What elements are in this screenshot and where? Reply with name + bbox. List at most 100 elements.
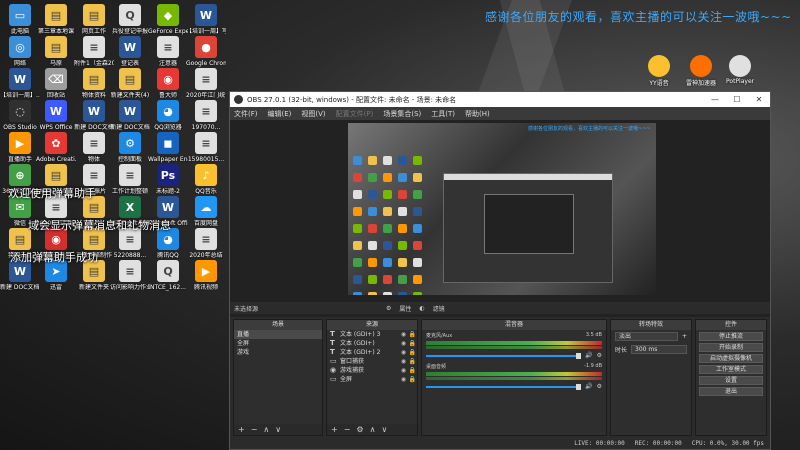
obs-window[interactable]: OBS 27.0.1 (32-bit, windows) - 配置文件: 未命名… bbox=[229, 91, 771, 450]
desktop-icon[interactable]: W 【培训一周】写作课程... bbox=[186, 4, 226, 35]
desktop-icon[interactable]: ▶ 腾讯视频 bbox=[186, 260, 226, 291]
menu-item[interactable]: 配置文件(P) bbox=[336, 109, 374, 119]
desktop-icon[interactable]: ≡ 15980015... bbox=[186, 132, 226, 163]
menu-item[interactable]: 帮助(H) bbox=[465, 109, 490, 119]
volume-slider[interactable] bbox=[426, 383, 582, 390]
desktop-shortcut[interactable]: PotPlayer bbox=[726, 55, 754, 85]
lock-icon[interactable]: 🔒 bbox=[408, 366, 417, 375]
visibility-eye-icon[interactable]: ◉ bbox=[399, 366, 408, 375]
desktop-icon[interactable]: ≡ 2020年江门统计局... bbox=[186, 68, 226, 99]
desktop-icon[interactable]: ● Google Chrome bbox=[186, 36, 226, 67]
volume-slider-handle[interactable] bbox=[576, 383, 582, 390]
desktop-icon[interactable]: W 新建 DOC文档 bbox=[74, 100, 114, 131]
menu-item[interactable]: 编辑(E) bbox=[268, 109, 292, 119]
speaker-icon[interactable]: 🔊 bbox=[585, 352, 592, 359]
desktop-icon[interactable]: ▤ 新建文件夹(4) bbox=[110, 68, 150, 99]
properties-button[interactable]: 属性 bbox=[399, 304, 411, 313]
scene-item[interactable]: 全屏 bbox=[234, 339, 322, 348]
desktop-icon[interactable]: ◎ 网络 bbox=[0, 36, 40, 67]
control-button[interactable]: 开始录制 bbox=[699, 343, 763, 352]
remove-scene-icon[interactable]: − bbox=[251, 425, 258, 434]
volume-slider-handle[interactable] bbox=[576, 352, 582, 359]
desktop-icon[interactable]: ▶ 直播助手 bbox=[0, 132, 40, 163]
desktop-icon[interactable]: ◉ 鲁大师 bbox=[148, 68, 188, 99]
menu-item[interactable]: 场景集合(S) bbox=[383, 109, 421, 119]
move-down-icon[interactable]: ∨ bbox=[275, 425, 281, 434]
control-button[interactable]: 工作室模式 bbox=[699, 365, 763, 374]
desktop-icon[interactable]: ▤ 物体资料 bbox=[74, 68, 114, 99]
control-button[interactable]: 停止推流 bbox=[699, 332, 763, 341]
volume-slider[interactable] bbox=[426, 352, 582, 359]
maximize-icon[interactable]: ☐ bbox=[726, 95, 748, 104]
lock-icon[interactable]: 🔒 bbox=[408, 330, 417, 339]
duration-input[interactable]: 300 ms bbox=[631, 345, 687, 354]
desktop-icon[interactable]: ≡ 附件1（金森2021年... bbox=[74, 36, 114, 67]
desktop-icon[interactable]: W WPS Office bbox=[36, 100, 76, 131]
remove-source-icon[interactable]: − bbox=[344, 425, 351, 434]
desktop-icon[interactable]: W 【培训一周】... bbox=[0, 68, 40, 99]
desktop-shortcut[interactable]: 雷神加速器 bbox=[686, 55, 716, 87]
scene-item[interactable]: 游戏 bbox=[234, 348, 322, 357]
desktop-icon[interactable]: ≡ 工作计划整顿 bbox=[110, 164, 150, 195]
speaker-icon[interactable]: 🔊 bbox=[585, 383, 592, 390]
desktop-shortcut[interactable]: YY语音 bbox=[648, 55, 670, 87]
visibility-eye-icon[interactable]: ◉ bbox=[399, 375, 408, 384]
desktop-icon[interactable]: ⌫ 回收站 bbox=[36, 68, 76, 99]
desktop-icon[interactable]: W 登记表 bbox=[110, 36, 150, 67]
source-item[interactable]: T 文本 (GDI+) 2 ◉ 🔒 bbox=[327, 348, 417, 357]
lock-icon[interactable]: 🔒 bbox=[408, 348, 417, 357]
desktop-icon[interactable]: ◕ QQ浏览器 bbox=[148, 100, 188, 131]
desktop-icon[interactable]: ☁ 百度网盘 bbox=[186, 196, 226, 227]
minimize-icon[interactable]: — bbox=[704, 95, 726, 104]
source-item[interactable]: ▭ 全屏 ◉ 🔒 bbox=[327, 375, 417, 384]
add-transition-icon[interactable]: + bbox=[682, 333, 687, 340]
control-button[interactable]: 启动虚拟摄像机 bbox=[699, 354, 763, 363]
desktop-icon[interactable]: ◼ Wallpaper Engine bbox=[148, 132, 188, 163]
desktop-icon[interactable]: ◆ GeForce Experience bbox=[148, 4, 188, 35]
control-button[interactable]: 设置 bbox=[699, 376, 763, 385]
desktop-icon[interactable]: W 新建 DOC文档 bbox=[110, 100, 150, 131]
visibility-eye-icon[interactable]: ◉ bbox=[399, 348, 408, 357]
move-down-icon[interactable]: ∨ bbox=[381, 425, 387, 434]
visibility-eye-icon[interactable]: ◉ bbox=[399, 339, 408, 348]
desktop-icon[interactable]: ♪ QQ音乐 bbox=[186, 164, 226, 195]
gear-icon[interactable]: ⚙ bbox=[597, 352, 602, 359]
desktop-icon[interactable]: ▭ 此电脑 bbox=[0, 4, 40, 35]
control-button[interactable]: 退出 bbox=[699, 387, 763, 396]
menu-item[interactable]: 视图(V) bbox=[301, 109, 325, 119]
desktop-icon[interactable]: Q 兵役登记申报 bbox=[110, 4, 150, 35]
desktop-icon[interactable]: ≡ 2020年总结 bbox=[186, 228, 226, 259]
filters-button[interactable]: 滤镜 bbox=[433, 304, 445, 313]
source-item[interactable]: ◉ 游戏捕获 ◉ 🔒 bbox=[327, 366, 417, 375]
preview-area[interactable]: 感谢各位朋友的观看，喜欢主播的可以关注一波哦~~~ bbox=[230, 120, 770, 317]
add-scene-icon[interactable]: + bbox=[238, 425, 245, 434]
menu-item[interactable]: 文件(F) bbox=[234, 109, 258, 119]
desktop-icon[interactable]: ≡ 注意器 bbox=[148, 36, 188, 67]
desktop-icon[interactable]: ▤ 网页工作 bbox=[74, 4, 114, 35]
source-item[interactable]: ▭ 窗口捕获 ◉ 🔒 bbox=[327, 357, 417, 366]
desktop-icon[interactable]: ▤ 第三章本地课 bbox=[36, 4, 76, 35]
desktop-icon[interactable]: Q NTCE_162... bbox=[148, 260, 188, 291]
source-item[interactable]: T 文本 (GDI+) ◉ 🔒 bbox=[327, 339, 417, 348]
lock-icon[interactable]: 🔒 bbox=[408, 339, 417, 348]
gear-icon[interactable]: ⚙ bbox=[597, 383, 602, 390]
desktop-icon[interactable]: ✿ Adobe Creati... bbox=[36, 132, 76, 163]
source-item[interactable]: T 文本 (GDI+) 3 ◉ 🔒 bbox=[327, 330, 417, 339]
desktop-icon[interactable]: ≡ 197070... bbox=[186, 100, 226, 131]
desktop-icon[interactable]: ≡ 物体 bbox=[74, 132, 114, 163]
desktop-icon[interactable]: ≡ 访问影响力作业 bbox=[110, 260, 150, 291]
lock-icon[interactable]: 🔒 bbox=[408, 375, 417, 384]
desktop-icon[interactable]: ⚙ 控制面板 bbox=[110, 132, 150, 163]
scene-item[interactable]: 直播 bbox=[234, 330, 322, 339]
visibility-eye-icon[interactable]: ◉ bbox=[399, 357, 408, 366]
source-settings-icon[interactable]: ⚙ bbox=[356, 425, 363, 434]
add-source-icon[interactable]: + bbox=[331, 425, 338, 434]
transition-type-select[interactable]: 淡出 bbox=[615, 332, 678, 341]
preview-canvas[interactable]: 感谢各位朋友的观看，喜欢主播的可以关注一波哦~~~ bbox=[348, 123, 656, 295]
lock-icon[interactable]: 🔒 bbox=[408, 357, 417, 366]
menu-item[interactable]: 工具(T) bbox=[431, 109, 455, 119]
move-up-icon[interactable]: ∧ bbox=[370, 425, 376, 434]
move-up-icon[interactable]: ∧ bbox=[263, 425, 269, 434]
desktop-icon[interactable]: ◌ OBS Studio bbox=[0, 100, 40, 131]
desktop-icon[interactable]: ▤ 马原 bbox=[36, 36, 76, 67]
